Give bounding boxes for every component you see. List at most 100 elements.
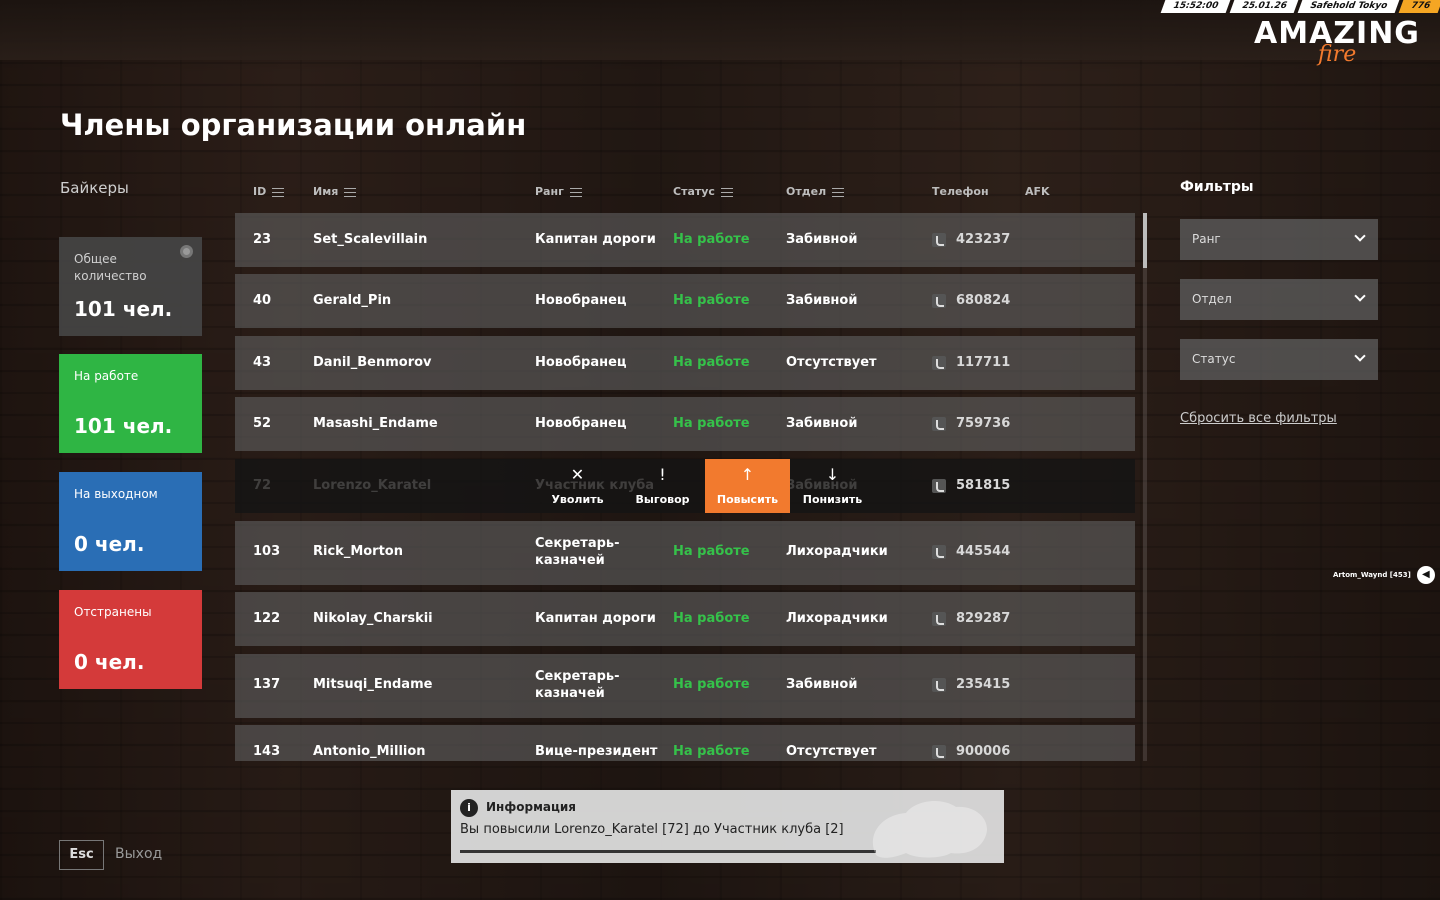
member-phone: 759736 — [932, 416, 1010, 431]
close-icon: ✕ — [570, 465, 585, 484]
phone-icon — [932, 355, 946, 370]
phone-number: 581815 — [956, 478, 1011, 493]
logo-sub: fire — [1318, 42, 1357, 67]
stat-value: 0 чел. — [74, 650, 145, 674]
member-status: На работе — [673, 232, 750, 247]
member-name: Antonio_Million — [313, 744, 426, 759]
member-status: На работе — [673, 355, 750, 370]
hud-bar: 15:52:00 25.01.26 Safehold Tokyo 776 — [1159, 0, 1440, 13]
phone-icon — [932, 478, 946, 493]
phone-number: 900006 — [956, 744, 1011, 759]
member-name: Gerald_Pin — [313, 293, 392, 308]
member-id: 52 — [253, 416, 272, 431]
table-scrollbar[interactable] — [1143, 213, 1147, 761]
stat-working[interactable]: На работе 101 чел. — [59, 354, 202, 453]
column-rank-label: Ранг — [535, 185, 564, 198]
member-phone: 680824 — [932, 293, 1010, 308]
members-table[interactable]: 23 Set_Scalevillain Капитан дороги На ра… — [235, 213, 1135, 761]
table-row[interactable]: 103 Rick_Morton Секретарь-казначей На ра… — [235, 521, 1135, 585]
table-row[interactable]: 40 Gerald_Pin Новобранец На работе Забив… — [235, 274, 1135, 328]
action-label: Выговор — [635, 493, 690, 506]
column-id[interactable]: ID — [253, 185, 285, 198]
filter-rank-select[interactable]: Ранг — [1180, 219, 1378, 260]
member-dept: Лихорадчики — [786, 611, 888, 626]
member-status: На работе — [673, 611, 750, 626]
member-id: 137 — [253, 677, 281, 692]
stat-total[interactable]: Общее количество 101 чел. — [59, 237, 202, 336]
row-actions: ✕ Уволить ! Выговор ↑ Повысить ↓ Понизить — [535, 459, 875, 513]
action-label: Повысить — [716, 493, 779, 506]
fire-button[interactable]: ✕ Уволить — [535, 459, 620, 513]
member-phone: 581815 — [932, 478, 1010, 493]
info-notification: i Информация Вы повысили Lorenzo_Karatel… — [451, 790, 1004, 863]
sort-icon — [569, 187, 582, 197]
voice-indicator: Artom_Waynd [453] ◀ — [1333, 566, 1435, 584]
phone-icon — [932, 611, 946, 626]
table-row[interactable]: 143 Antonio_Million Вице-президент На ра… — [235, 725, 1135, 761]
member-name: Set_Scalevillain — [313, 232, 428, 247]
phone-number: 117711 — [956, 355, 1011, 370]
info-icon: i — [460, 799, 478, 817]
hud-time: 15:52:00 — [1160, 0, 1231, 13]
action-label: Понизить — [802, 493, 863, 506]
table-row[interactable]: 52 Masashi_Endame Новобранец На работе З… — [235, 397, 1135, 451]
table-row-selected[interactable]: 72 Lorenzo_Karatel Участник клуба Забивн… — [235, 459, 1135, 513]
notification-progress — [460, 850, 876, 853]
member-rank: Вице-президент — [535, 744, 658, 759]
stat-weekend[interactable]: На выходном 0 чел. — [59, 472, 202, 571]
esc-key-button[interactable]: Esc — [59, 840, 104, 870]
member-rank: Секретарь-казначей — [535, 536, 620, 568]
member-rank: Новобранец — [535, 416, 627, 431]
speaker-icon: ◀ — [1416, 566, 1435, 584]
member-dept: Отсутствует — [786, 355, 877, 370]
demote-button[interactable]: ↓ Понизить — [790, 459, 875, 513]
stat-label: На выходном — [74, 487, 158, 501]
member-name: Mitsuqi_Endame — [313, 677, 433, 692]
column-status[interactable]: Статус — [673, 185, 733, 198]
phone-icon — [932, 744, 946, 759]
promote-button[interactable]: ↑ Повысить — [705, 459, 790, 513]
member-rank: Секретарь-казначей — [535, 669, 620, 701]
phone-number: 235415 — [956, 677, 1011, 692]
table-row[interactable]: 137 Mitsuqi_Endame Секретарь-казначей На… — [235, 654, 1135, 718]
phone-icon — [932, 677, 946, 692]
column-dept-label: Отдел — [786, 185, 827, 198]
table-row[interactable]: 23 Set_Scalevillain Капитан дороги На ра… — [235, 213, 1135, 267]
column-phone: Телефон — [932, 185, 989, 198]
reset-filters-link[interactable]: Сбросить все фильтры — [1180, 411, 1337, 426]
member-dept: Отсутствует — [786, 744, 877, 759]
member-id: 43 — [253, 355, 272, 370]
member-status: На работе — [673, 544, 750, 559]
column-dept[interactable]: Отдел — [786, 185, 845, 198]
sort-icon — [832, 187, 845, 197]
column-name[interactable]: Имя — [313, 185, 357, 198]
phone-icon — [932, 416, 946, 431]
filter-status-select[interactable]: Статус — [1180, 339, 1378, 380]
filter-rank-label: Ранг — [1192, 232, 1221, 246]
member-id: 72 — [253, 478, 272, 493]
stat-label: Общее количество — [74, 252, 147, 283]
organization-name: Байкеры — [60, 179, 129, 197]
hud-server: Safehold Tokyo — [1297, 0, 1400, 13]
scrollbar-thumb[interactable] — [1143, 213, 1147, 268]
member-rank: Новобранец — [535, 293, 627, 308]
hud-money: 776 — [1398, 0, 1440, 13]
member-name: Masashi_Endame — [313, 416, 438, 431]
column-name-label: Имя — [313, 185, 339, 198]
column-rank[interactable]: Ранг — [535, 185, 582, 198]
sort-icon — [720, 187, 733, 197]
phone-number: 759736 — [956, 416, 1011, 431]
filter-dept-select[interactable]: Отдел — [1180, 279, 1378, 320]
voice-user: Artom_Waynd [453] — [1333, 571, 1411, 579]
column-id-label: ID — [253, 185, 267, 198]
member-rank: Капитан дороги — [535, 232, 656, 247]
member-phone: 117711 — [932, 355, 1010, 370]
member-id: 40 — [253, 293, 272, 308]
stat-suspended[interactable]: Отстранены 0 чел. — [59, 590, 202, 689]
table-row[interactable]: 122 Nikolay_Charskii Капитан дороги На р… — [235, 592, 1135, 646]
table-row[interactable]: 43 Danil_Benmorov Новобранец На работе О… — [235, 336, 1135, 390]
member-phone: 423237 — [932, 232, 1010, 247]
member-name: Danil_Benmorov — [313, 355, 432, 370]
exit-label[interactable]: Выход — [115, 846, 162, 862]
reprimand-button[interactable]: ! Выговор — [620, 459, 705, 513]
